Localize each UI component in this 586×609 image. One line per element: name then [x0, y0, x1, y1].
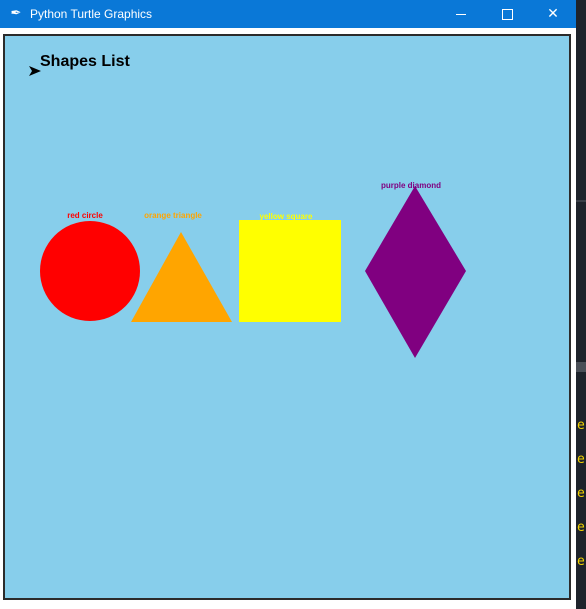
- red-circle-label: red circle: [67, 211, 103, 220]
- background-scroll-thumb: [576, 362, 586, 372]
- purple-diamond-label: purple diamond: [381, 181, 441, 190]
- maximize-button[interactable]: [484, 0, 530, 28]
- shapes-heading: Shapes List: [40, 53, 130, 70]
- drawing-surface: Shapes List red circle orange triangle y…: [5, 36, 569, 598]
- yellow-square-shape: [239, 220, 341, 322]
- orange-triangle-label: orange triangle: [144, 211, 202, 220]
- background-divider: [576, 200, 586, 202]
- window-title: Python Turtle Graphics: [30, 7, 153, 21]
- feather-icon: ✒: [10, 6, 22, 21]
- minimize-button[interactable]: [438, 0, 484, 28]
- background-code-letter: e: [577, 520, 585, 535]
- yellow-square-label: yellow square: [260, 212, 313, 221]
- background-code-letter: e: [577, 486, 585, 501]
- maximize-icon: [501, 8, 513, 20]
- close-icon: ✕: [547, 6, 559, 22]
- turtle-canvas[interactable]: Shapes List red circle orange triangle y…: [3, 34, 571, 600]
- minimize-icon: [456, 13, 466, 15]
- turtle-window: ✒ Python Turtle Graphics ✕ Shapes List r…: [0, 0, 576, 609]
- background-code-letter: e: [577, 418, 585, 433]
- red-circle-shape: [40, 221, 140, 321]
- background-code-letter: e: [577, 452, 585, 467]
- close-button[interactable]: ✕: [530, 0, 576, 28]
- background-editor-strip: [576, 0, 586, 609]
- title-bar[interactable]: ✒ Python Turtle Graphics ✕: [0, 0, 576, 28]
- background-code-letter: e: [577, 554, 585, 569]
